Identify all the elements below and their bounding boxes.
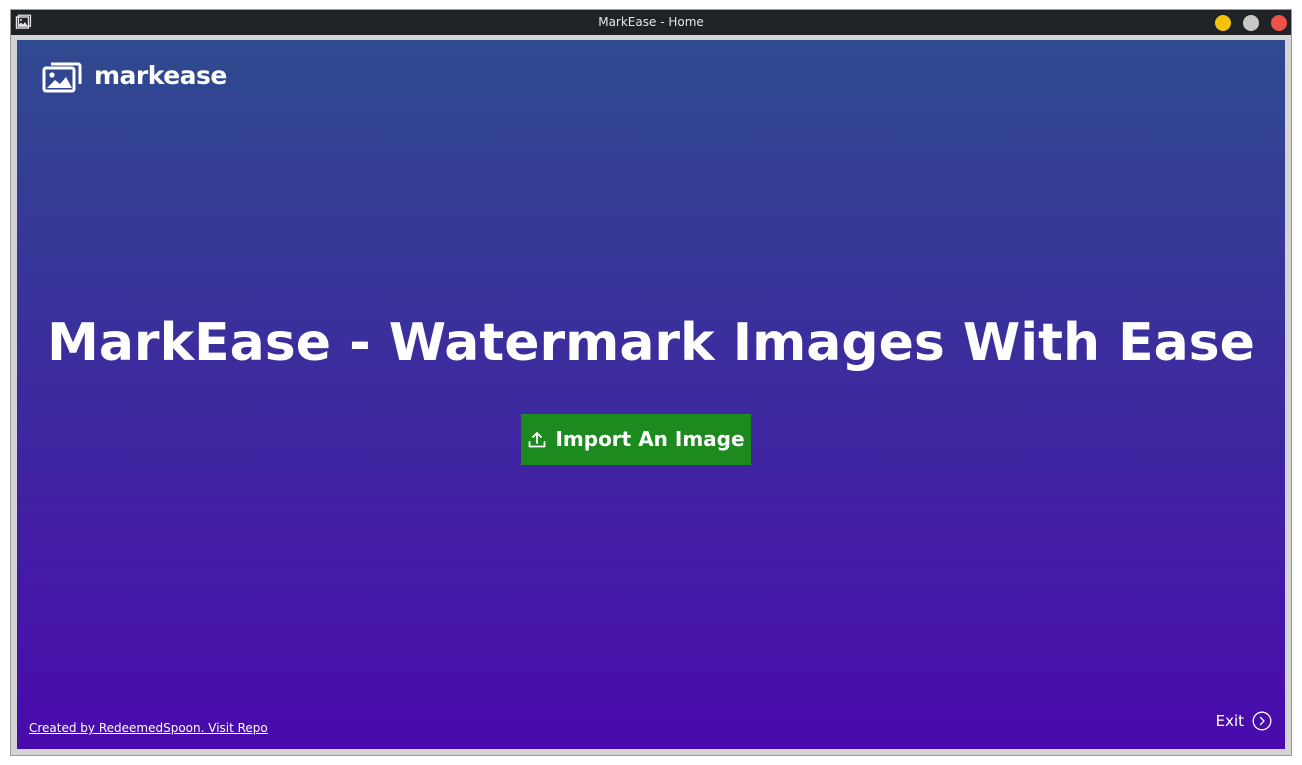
credit-repo-link[interactable]: Created by RedeemedSpoon. Visit Repo: [29, 721, 268, 735]
brand-logo: markease: [42, 59, 227, 95]
maximize-button[interactable]: [1243, 15, 1259, 31]
app-window: MarkEase - Home markease MarkEase - Wate…: [10, 9, 1292, 756]
window-title: MarkEase - Home: [598, 15, 704, 29]
upload-icon: [529, 431, 546, 447]
exit-button[interactable]: Exit: [1216, 710, 1272, 732]
import-button-label: Import An Image: [555, 427, 745, 451]
images-icon: [42, 62, 82, 93]
home-screen: markease MarkEase - Watermark Images Wit…: [17, 40, 1285, 749]
hero-title: MarkEase - Watermark Images With Ease: [47, 313, 1255, 373]
exit-label: Exit: [1215, 712, 1244, 730]
chevron-right-circle-icon: [1252, 711, 1272, 731]
minimize-button[interactable]: [1215, 15, 1231, 31]
title-bar[interactable]: MarkEase - Home: [11, 10, 1291, 35]
close-button[interactable]: [1271, 15, 1287, 31]
import-image-button[interactable]: Import An Image: [521, 414, 751, 465]
brand-name: markease: [94, 61, 227, 90]
